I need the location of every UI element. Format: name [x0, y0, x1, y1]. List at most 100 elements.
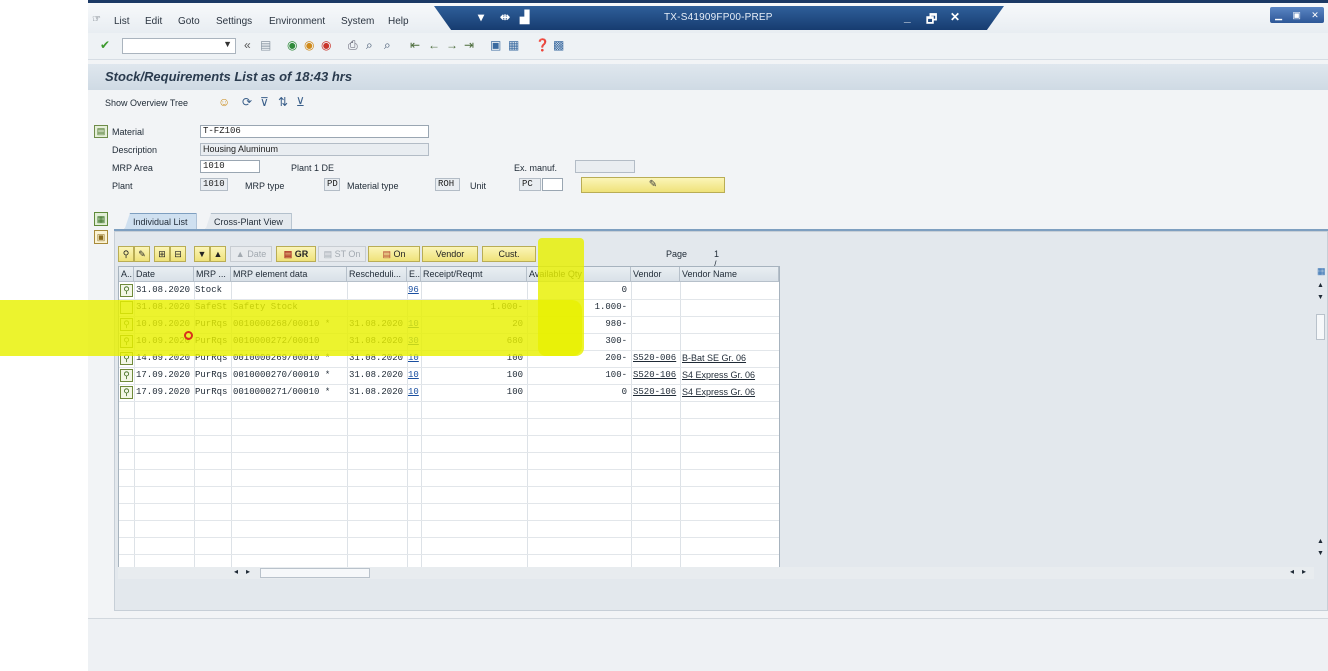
col-header-a[interactable]: A..	[119, 267, 134, 282]
back-icon[interactable]: ◉	[287, 39, 297, 51]
menu-system[interactable]: System	[341, 16, 374, 27]
col-header-mrp-element-data[interactable]: MRP element data	[231, 267, 347, 282]
minimize-icon[interactable]: _	[904, 10, 911, 24]
cell-mrp-element-data[interactable]: 0010000271/00010 *	[233, 384, 330, 400]
show-overview-tree-button[interactable]: Show Overview Tree	[105, 98, 188, 108]
table-row[interactable]: ⚲ 31.08.2020 Stock 96 0	[119, 282, 779, 299]
col-header-receipt-reqmt[interactable]: Receipt/Reqmt	[421, 267, 527, 282]
notes-icon[interactable]: ▣	[94, 230, 108, 244]
command-field[interactable]: ▼	[122, 38, 236, 54]
scroll-left-end-icon[interactable]: ◂	[1290, 567, 1294, 576]
dropdown-icon[interactable]: ▾	[478, 10, 484, 24]
layout-menu-icon[interactable]: ▩	[553, 39, 564, 51]
exit-icon[interactable]: ◉	[304, 39, 314, 51]
filter-settings-icon[interactable]: ⊻	[296, 95, 305, 109]
next-page-icon[interactable]: →	[446, 39, 458, 51]
unit-extra-field[interactable]	[542, 178, 563, 191]
cell-exception[interactable]: 96	[408, 282, 419, 298]
row-detail-icon[interactable]: ⚲	[120, 386, 133, 399]
col-header-mrp[interactable]: MRP ...	[194, 267, 231, 282]
vendor-button[interactable]: Vendor	[422, 246, 478, 262]
chevron-down-icon[interactable]: ▼	[223, 39, 232, 49]
scroll-right-icon[interactable]: ▸	[246, 567, 250, 576]
row-detail-icon[interactable]: ⚲	[120, 284, 133, 297]
horizontal-scroll-thumb[interactable]	[260, 568, 370, 578]
previous-page-icon[interactable]: ←	[428, 39, 440, 51]
last-page-icon[interactable]: ⇥	[464, 39, 474, 51]
gr-button[interactable]: ▤ GR	[276, 246, 316, 262]
vertical-scrollbar[interactable]: ▦ ▲ ▼ ▲ ▼	[1316, 266, 1326, 566]
sort-down-icon[interactable]: ▼	[194, 246, 210, 262]
material-icon[interactable]: ▤	[94, 125, 108, 138]
excel-icon[interactable]: ▦	[94, 212, 108, 226]
user-icon[interactable]: ☺	[218, 95, 230, 109]
first-page-icon[interactable]: ⇤	[410, 39, 420, 51]
horizontal-scrollbar[interactable]: ◂ ▸ ◂ ▸	[118, 567, 1314, 579]
shortcut-icon[interactable]: ▦	[508, 39, 519, 51]
column-settings-icon[interactable]: ▦	[1317, 266, 1326, 277]
outer-restore-icon[interactable]: ▣	[1292, 10, 1301, 21]
col-header-vendor-name[interactable]: Vendor Name	[680, 267, 779, 282]
col-header-rescheduling[interactable]: Rescheduli...	[347, 267, 407, 282]
scroll-right-end-icon[interactable]: ▸	[1302, 567, 1306, 576]
print-icon[interactable]: ⎙	[348, 39, 358, 51]
sort-icon[interactable]: ⇅	[278, 95, 288, 109]
table-row[interactable]: ⚲ 17.09.2020 PurRqs 0010000270/00010 * 31.08…	[119, 367, 779, 384]
sort-up-icon[interactable]: ▲	[210, 246, 226, 262]
outer-minimize-icon[interactable]: ▁	[1275, 10, 1282, 21]
edit-button[interactable]: ✎	[581, 177, 725, 193]
cell-mrp-element-data[interactable]: 0010000270/00010 *	[233, 367, 330, 383]
cell-vendor-name[interactable]: B-Bat SE Gr. 06	[682, 350, 746, 366]
select-all-icon[interactable]: ⚲	[118, 246, 134, 262]
scroll-up-bottom-icon[interactable]: ▲	[1317, 538, 1324, 545]
cell-vendor-name[interactable]: S4 Express Gr. 06	[682, 367, 755, 383]
on-button[interactable]: ▤ On	[368, 246, 420, 262]
st-on-button-label: ST On	[334, 249, 361, 259]
col-header-date[interactable]: Date	[134, 267, 194, 282]
scroll-down-bottom-icon[interactable]: ▼	[1317, 550, 1324, 557]
menu-settings[interactable]: Settings	[216, 16, 252, 27]
save-icon[interactable]: ▤	[260, 39, 271, 51]
refresh-icon[interactable]: ⟳	[242, 95, 252, 109]
menu-list[interactable]: List	[114, 16, 130, 27]
cell-vendor[interactable]: S520-106	[633, 367, 676, 383]
maximize-icon[interactable]: 🗗	[926, 10, 937, 30]
material-field[interactable]: T-FZ106	[200, 125, 429, 138]
edit-element-icon[interactable]: ✎	[134, 246, 150, 262]
scroll-left-icon[interactable]: ◂	[234, 567, 238, 576]
col-header-e[interactable]: E..	[407, 267, 421, 282]
scroll-up-icon[interactable]: ▲	[1317, 282, 1324, 289]
cell-vendor[interactable]: S520-106	[633, 384, 676, 400]
outer-close-icon[interactable]: ✕	[1311, 10, 1319, 21]
scroll-down-icon[interactable]: ▼	[1317, 294, 1324, 301]
new-session-icon[interactable]: ▣	[490, 39, 501, 51]
st-on-button[interactable]: ▤ ST On	[318, 246, 366, 262]
cell-vendor-name[interactable]: S4 Express Gr. 06	[682, 384, 755, 400]
mrp-area-field[interactable]: 1010	[200, 160, 260, 173]
customize-icon[interactable]: ⇹	[500, 10, 510, 24]
cell-exception[interactable]: 10	[408, 367, 419, 383]
find-next-icon[interactable]: ⌕	[384, 39, 391, 51]
expand-icon[interactable]: ⊞	[154, 246, 170, 262]
cell-exception[interactable]: 10	[408, 384, 419, 400]
cell-vendor[interactable]: S520-006	[633, 350, 676, 366]
filter-icon[interactable]: ⊽	[260, 95, 269, 109]
collapse-tree-icon[interactable]: ⊟	[170, 246, 186, 262]
find-icon[interactable]: ⌕	[366, 39, 373, 51]
date-button[interactable]: ▲ Date	[230, 246, 272, 262]
table-row[interactable]: ⚲ 17.09.2020 PurRqs 0010000271/00010 * 31.08…	[119, 384, 779, 401]
menu-environment[interactable]: Environment	[269, 16, 325, 27]
menu-edit[interactable]: Edit	[145, 16, 162, 27]
collapse-icon[interactable]: «	[244, 39, 251, 51]
col-header-vendor[interactable]: Vendor	[631, 267, 680, 282]
menu-help[interactable]: Help	[388, 16, 409, 27]
menu-goto[interactable]: Goto	[178, 16, 200, 27]
scroll-thumb[interactable]	[1316, 314, 1325, 340]
help-icon[interactable]: ❓	[535, 39, 550, 51]
enter-icon[interactable]: ✔	[100, 39, 110, 51]
row-detail-icon[interactable]: ⚲	[120, 369, 133, 382]
cust-button[interactable]: Cust.	[482, 246, 536, 262]
close-icon[interactable]: ✕	[950, 10, 960, 24]
cancel-icon[interactable]: ◉	[321, 39, 331, 51]
menu-icon[interactable]: ☞	[92, 14, 101, 25]
